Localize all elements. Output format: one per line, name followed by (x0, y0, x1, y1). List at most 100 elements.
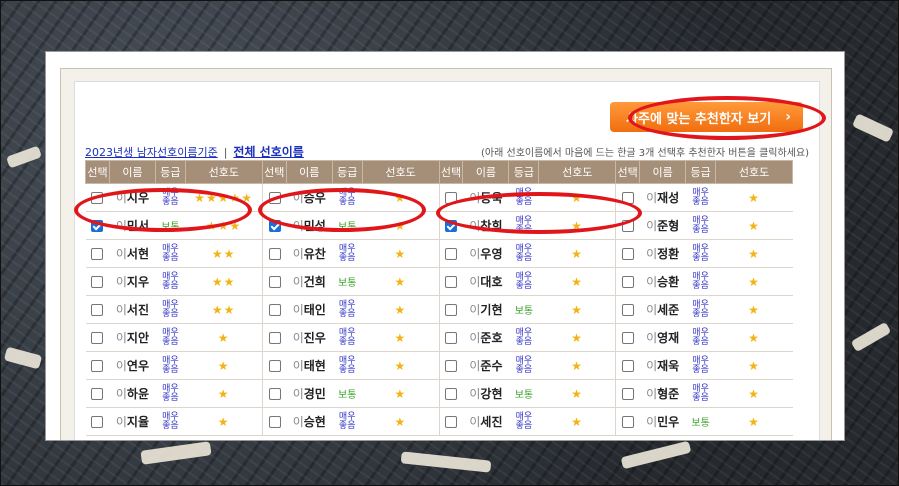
given-name-text: 준형 (657, 219, 680, 233)
grade-column-header: 등급 (685, 160, 717, 184)
surname-text: 이 (115, 331, 127, 345)
grade-label: 매우 좋음 (338, 187, 356, 207)
checkbox[interactable] (621, 248, 634, 260)
table-row: 이지우 매우 좋음 ★★ 이건희 보통 ★ 이대호 매우 좋음 ★ 이승환 매우 좋음 ★ (85, 267, 793, 296)
name-cell: 이서진 (109, 295, 156, 324)
preference-cell: ★ (185, 407, 263, 436)
checkbox[interactable] (445, 360, 458, 372)
surname-text: 이 (115, 275, 127, 289)
year-based-link[interactable]: 2023년생 남자선호이름기준 (85, 146, 218, 159)
name-cell: 이재욱 (639, 351, 686, 380)
grade-label: 매우 좋음 (515, 215, 533, 235)
checkbox[interactable] (621, 276, 634, 288)
star-icon: ★ (394, 246, 407, 261)
star-rating: ★★★★★ (194, 191, 253, 205)
grade-cell: 매우 좋음 (332, 183, 363, 212)
surname-text: 이 (469, 275, 481, 289)
checkbox[interactable] (445, 332, 458, 344)
star-rating: ★ (748, 303, 760, 317)
checkbox[interactable] (621, 304, 634, 316)
preference-cell: ★ (715, 183, 793, 212)
preference-cell: ★ (538, 351, 616, 380)
name-cell: 이강현 (462, 379, 509, 408)
checkbox[interactable] (445, 192, 458, 204)
grade-cell: 보통 (155, 211, 186, 240)
preference-cell: ★ (538, 267, 616, 296)
grade-label: 매우 좋음 (692, 299, 709, 319)
preference-cell: ★ (538, 379, 616, 408)
select-column-header: 선택 (615, 160, 641, 184)
checkbox[interactable] (91, 192, 104, 204)
star-rating: ★ (218, 415, 230, 429)
name-cell: 이민성 (286, 211, 333, 240)
preference-cell: ★ (715, 407, 793, 436)
grade-cell: 보통 (508, 295, 539, 324)
checkbox[interactable] (91, 416, 104, 428)
checkbox[interactable] (91, 304, 104, 316)
table-row: 이민서 보통 ★★★ 이민성 보통 ★ 이찬희 매우 좋음 ★ 이준형 매우 좋음 ★ (85, 211, 793, 240)
grade-cell: 매우 좋음 (508, 267, 539, 296)
select-cell (261, 407, 287, 436)
checkbox[interactable] (621, 388, 634, 400)
checkbox[interactable] (268, 248, 281, 260)
given-name-text: 민성 (303, 219, 326, 233)
preference-column-header: 선호도 (538, 160, 617, 184)
checkbox[interactable] (621, 332, 634, 344)
checkbox[interactable] (91, 360, 104, 372)
given-name-text: 세진 (480, 415, 503, 429)
checkbox[interactable] (268, 192, 281, 204)
checkbox[interactable] (91, 248, 104, 260)
all-names-link[interactable]: 전체 선호이름 (233, 145, 303, 159)
checkbox[interactable] (268, 276, 281, 288)
star-rating: ★★★ (206, 219, 241, 233)
star-icon: ★ (211, 246, 224, 261)
select-cell (615, 183, 640, 212)
name-text: 이세진 (469, 415, 502, 429)
recommend-hanja-button[interactable]: 사주에 맞는 추천한자 보기 › (610, 102, 803, 132)
checkbox[interactable] (268, 304, 281, 316)
star-icon: ★ (205, 218, 218, 233)
checkbox-checked[interactable] (268, 220, 281, 232)
name-cell: 이지우 (109, 267, 156, 296)
select-cell (85, 379, 110, 408)
checkbox[interactable] (268, 416, 281, 428)
name-column-header: 이름 (108, 160, 156, 184)
name-text: 이승환 (646, 275, 679, 289)
checkbox[interactable] (445, 276, 458, 288)
checkbox[interactable] (445, 416, 458, 428)
checkbox[interactable] (91, 332, 104, 344)
checkbox[interactable] (268, 360, 281, 372)
select-cell (438, 211, 463, 240)
given-name-text: 지안 (126, 331, 150, 345)
checkbox[interactable] (621, 416, 634, 428)
grade-cell: 매우 좋음 (685, 211, 716, 240)
name-text: 이정환 (646, 247, 679, 261)
checkbox[interactable] (621, 220, 634, 232)
checkbox[interactable] (268, 388, 281, 400)
star-icon: ★ (223, 302, 236, 317)
checkbox[interactable] (445, 304, 458, 316)
checkbox-checked[interactable] (445, 220, 458, 232)
star-icon: ★ (394, 302, 407, 317)
checkbox[interactable] (268, 332, 281, 344)
star-rating: ★★ (212, 275, 236, 289)
preference-cell: ★ (362, 351, 439, 380)
grade-label: 매우 좋음 (338, 299, 356, 319)
given-name-text: 정환 (657, 247, 680, 261)
checkbox-checked[interactable] (91, 220, 104, 232)
select-column-header: 선택 (438, 160, 464, 184)
select-cell (261, 295, 287, 324)
select-cell (615, 267, 640, 296)
checkbox[interactable] (91, 388, 104, 400)
checkbox[interactable] (91, 276, 104, 288)
checkbox[interactable] (445, 388, 458, 400)
checkbox[interactable] (621, 360, 634, 372)
checkbox[interactable] (621, 192, 634, 204)
preference-cell: ★★ (185, 267, 263, 296)
star-rating: ★ (394, 219, 406, 233)
grade-cell: 보통 (332, 267, 363, 296)
grade-label: 매우 좋음 (162, 187, 179, 207)
checkbox[interactable] (445, 248, 458, 260)
select-cell (85, 267, 110, 296)
name-cell: 이찬희 (462, 211, 509, 240)
